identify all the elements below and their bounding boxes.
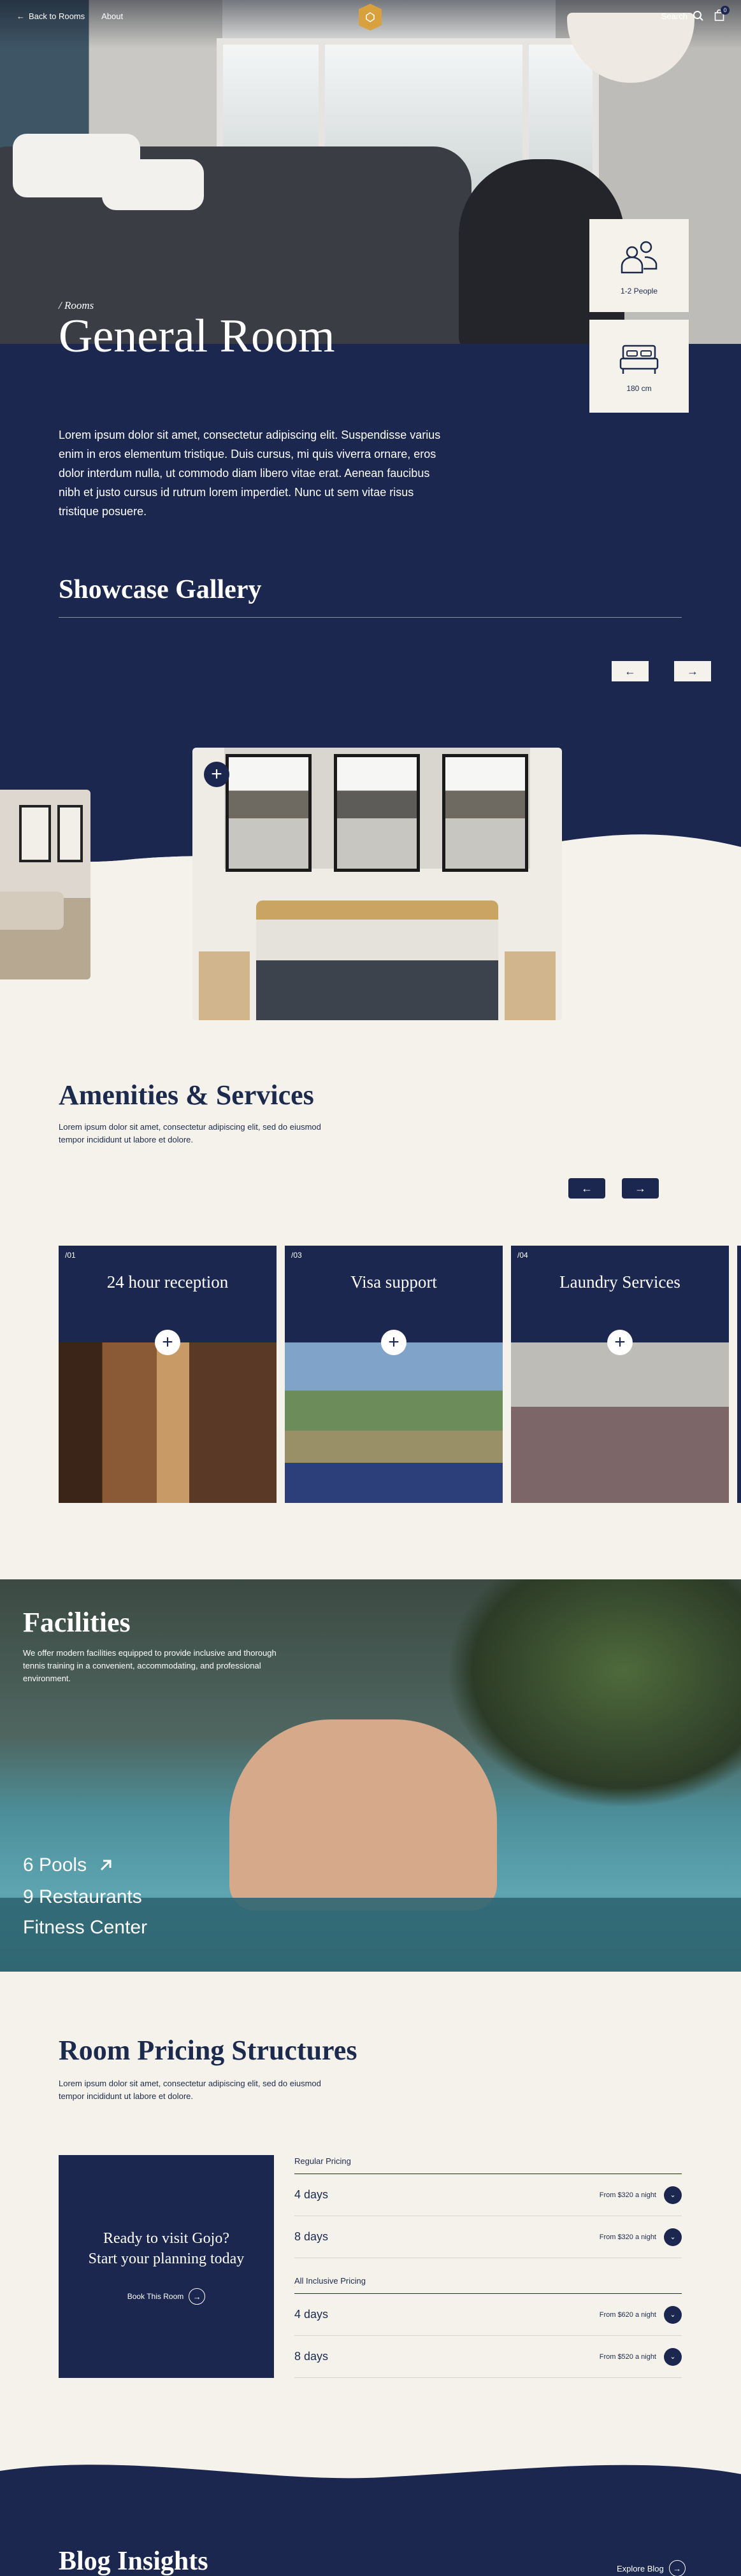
price-row[interactable]: 4 days From $320 a night ⌄ <box>294 2174 682 2216</box>
logo-mark-icon <box>366 12 375 22</box>
facility-item: 6 Pools <box>23 1854 87 1875</box>
duration: 4 days <box>294 2188 329 2201</box>
pricing-group-label: Regular Pricing <box>294 2156 682 2174</box>
book-room-button[interactable]: Book This Room → <box>127 2288 206 2305</box>
amenities-title: Amenities & Services <box>59 1079 314 1111</box>
about-link[interactable]: About <box>101 11 123 21</box>
search-label: Search <box>661 11 687 21</box>
amenity-image <box>511 1342 729 1503</box>
plus-icon: + <box>614 1332 626 1353</box>
cta-heading: Ready to visit Gojo? <box>103 2230 229 2247</box>
chevron-down-icon[interactable]: ⌄ <box>664 2347 682 2366</box>
amenity-number: /04 <box>517 1251 528 1260</box>
price: From $320 a night <box>599 2233 656 2241</box>
price: From $520 a night <box>599 2352 656 2361</box>
cart-button[interactable]: 0 <box>714 5 730 23</box>
person <box>229 1719 497 1911</box>
price: From $620 a night <box>599 2310 656 2319</box>
duration: 4 days <box>294 2308 329 2321</box>
amenity-card[interactable]: /01 24 hour reception + <box>59 1246 277 1503</box>
arrow-left-icon: ← <box>17 11 25 21</box>
arrow-right-icon: → <box>687 664 698 678</box>
amenity-expand-button[interactable]: + <box>607 1330 633 1355</box>
amenity-image <box>285 1342 503 1503</box>
amenity-card-peek <box>737 1246 741 1503</box>
cta-heading: Start your planning today <box>88 2251 245 2267</box>
plant <box>446 1579 741 1809</box>
plus-icon: + <box>211 764 222 785</box>
pillow <box>102 159 204 210</box>
gallery-next-button[interactable]: → <box>674 661 711 681</box>
amenity-name: Visa support <box>350 1272 437 1292</box>
blog-title: Blog Insights <box>59 2547 208 2576</box>
plus-icon: + <box>388 1332 399 1353</box>
price-row[interactable]: 4 days From $620 a night ⌄ <box>294 2294 682 2336</box>
top-nav: ← Back to Rooms About Search 0 <box>0 0 741 32</box>
chevron-down-icon[interactable]: ⌄ <box>664 2186 682 2204</box>
facility-item[interactable]: 9 Restaurants <box>23 1886 142 1908</box>
book-room-label: Book This Room <box>127 2292 184 2301</box>
facilities-title: Facilities <box>23 1607 131 1638</box>
chevron-down-icon[interactable]: ⌄ <box>664 2228 682 2246</box>
plus-icon: + <box>162 1332 173 1353</box>
capacity-label: 1-2 People <box>620 287 658 295</box>
amenity-name: Laundry Services <box>559 1272 680 1292</box>
pricing-description: Lorem ipsum dolor sit amet, consectetur … <box>59 2079 321 2101</box>
gallery-image-bedroom[interactable] <box>192 748 562 1020</box>
booking-cta: Ready to visit Gojo? Start your planning… <box>59 2155 274 2378</box>
arrow-right-icon: → <box>668 2560 686 2576</box>
divider <box>59 617 682 618</box>
page-title: General Room <box>59 310 335 362</box>
gallery-title: Showcase Gallery <box>59 575 262 604</box>
chevron-down-icon[interactable]: ⌄ <box>664 2305 682 2324</box>
amenities-prev-button[interactable]: ← <box>568 1178 605 1199</box>
regular-pricing: Regular Pricing 4 days From $320 a night… <box>294 2156 682 2258</box>
facility-pools-link[interactable]: 6 Pools <box>23 1854 113 1876</box>
price-row[interactable]: 8 days From $520 a night ⌄ <box>294 2336 682 2378</box>
price-row[interactable]: 8 days From $320 a night ⌄ <box>294 2216 682 2258</box>
cart-count-badge: 0 <box>721 5 730 15</box>
inclusive-pricing: All Inclusive Pricing 4 days From $620 a… <box>294 2276 682 2378</box>
amenity-number: /03 <box>291 1251 302 1260</box>
pricing-title: Room Pricing Structures <box>59 2035 357 2066</box>
search-link[interactable]: Search <box>661 10 704 22</box>
amenity-expand-button[interactable]: + <box>155 1330 180 1355</box>
pricing-group-label: All Inclusive Pricing <box>294 2276 682 2294</box>
price: From $320 a night <box>599 2191 656 2199</box>
back-link[interactable]: ← Back to Rooms <box>17 11 85 21</box>
amenities-description: Lorem ipsum dolor sit amet, consectetur … <box>59 1122 321 1144</box>
back-link-label: Back to Rooms <box>29 11 85 21</box>
amenity-name: 24 hour reception <box>106 1272 229 1292</box>
people-icon <box>621 241 658 274</box>
amenity-expand-button[interactable]: + <box>381 1330 406 1355</box>
bed-size-label: 180 cm <box>626 384 652 393</box>
bed-icon <box>619 345 659 374</box>
duration: 8 days <box>294 2230 329 2243</box>
gallery-expand-button[interactable]: + <box>204 762 229 787</box>
gallery-image-previous[interactable] <box>0 790 90 979</box>
arrow-up-right-icon <box>101 1860 112 1871</box>
duration: 8 days <box>294 2350 329 2363</box>
facilities-description: We offer modern facilities equipped to p… <box>23 1648 277 1683</box>
explore-blog-link[interactable]: Explore Blog → <box>617 2560 686 2576</box>
bed-size-card: 180 cm <box>589 320 689 413</box>
explore-blog-label: Explore Blog <box>617 2563 664 2573</box>
amenity-number: /01 <box>65 1251 76 1260</box>
facility-item[interactable]: Fitness Center <box>23 1917 147 1939</box>
capacity-card: 1-2 People <box>589 219 689 312</box>
logo[interactable] <box>359 4 382 31</box>
search-icon <box>693 11 703 21</box>
amenity-image <box>59 1342 277 1503</box>
arrow-left-icon: ← <box>624 664 636 678</box>
amenity-card[interactable]: /04 Laundry Services + <box>511 1246 729 1503</box>
amenities-next-button[interactable]: → <box>622 1178 659 1199</box>
arrow-left-icon: ← <box>581 1181 593 1195</box>
room-description: Lorem ipsum dolor sit amet, consectetur … <box>59 429 441 518</box>
amenity-card[interactable]: /03 Visa support + <box>285 1246 503 1503</box>
arrow-right-icon: → <box>189 2288 206 2305</box>
gallery-prev-button[interactable]: ← <box>612 661 649 681</box>
arrow-right-icon: → <box>635 1181 646 1195</box>
